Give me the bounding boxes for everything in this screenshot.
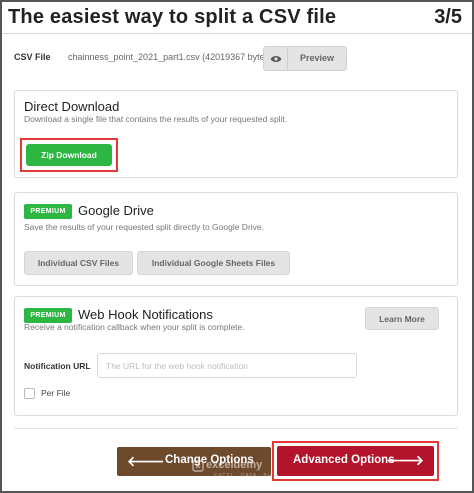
csv-file-row: CSV File chainness_point_2021_part1.csv …	[14, 46, 458, 72]
step-indicator: 3/5	[434, 6, 462, 28]
webhook-description: Receive a notification callback when you…	[24, 322, 245, 332]
webhook-panel: PREMIUM Web Hook Notifications Receive a…	[14, 296, 458, 416]
preview-label: Preview	[299, 53, 335, 63]
google-drive-description: Save the results of your requested split…	[24, 222, 265, 232]
direct-download-description: Download a single file that contains the…	[24, 114, 288, 124]
direct-download-title: Direct Download	[24, 99, 120, 114]
webhook-title: Web Hook Notifications	[78, 307, 213, 322]
google-drive-title: Google Drive	[78, 203, 154, 218]
per-file-checkbox[interactable]	[24, 388, 35, 399]
page-title: The easiest way to split a CSV file	[8, 6, 337, 28]
footer-divider	[14, 428, 458, 429]
zip-download-button[interactable]: Zip Download	[26, 144, 112, 166]
change-options-label: Change Options	[165, 454, 254, 466]
page-header: The easiest way to split a CSV file 3/5	[2, 2, 472, 34]
advanced-options-label: Advanced Options	[293, 454, 395, 466]
direct-download-panel: Direct Download Download a single file t…	[14, 90, 458, 178]
per-file-label: Per File	[41, 388, 71, 398]
google-drive-panel: PREMIUM Google Drive Save the results of…	[14, 192, 458, 286]
csv-file-label: CSV File	[14, 52, 51, 62]
premium-badge: PREMIUM	[24, 204, 72, 219]
individual-csv-files-button[interactable]: Individual CSV Files	[24, 251, 133, 275]
change-options-button[interactable]: 🡐 Change Options	[117, 447, 271, 476]
notification-url-label: Notification URL	[24, 361, 91, 371]
arrow-left-icon: 🡐	[127, 453, 165, 469]
learn-more-button[interactable]: Learn More	[365, 307, 439, 330]
arrow-right-icon: 🡒	[386, 452, 424, 468]
individual-google-sheets-files-button[interactable]: Individual Google Sheets Files	[137, 251, 290, 275]
zip-download-highlight: Zip Download	[20, 138, 118, 172]
csv-file-name: chainness_point_2021_part1.csv (42019367…	[68, 52, 273, 62]
premium-badge: PREMIUM	[24, 308, 72, 323]
notification-url-input[interactable]	[97, 353, 357, 378]
advanced-options-highlight: Advanced Options 🡒	[272, 441, 439, 481]
advanced-options-button[interactable]: Advanced Options 🡒	[277, 446, 434, 476]
eye-icon	[264, 47, 288, 70]
preview-button[interactable]: Preview	[263, 46, 347, 71]
